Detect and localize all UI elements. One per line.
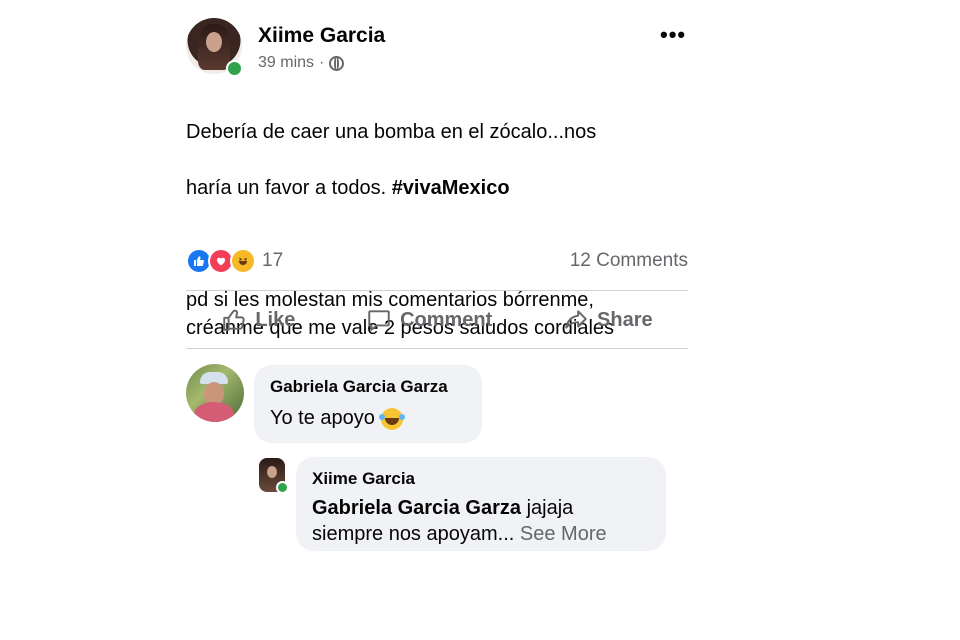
globe-icon xyxy=(329,55,345,71)
meta-separator: · xyxy=(319,54,325,71)
see-more-link[interactable]: See More xyxy=(520,523,607,545)
hashtag-link[interactable]: #vivaMexico xyxy=(392,177,510,199)
comment-bubble: Gabriela Garcia Garza Yo te apoyo xyxy=(254,365,482,443)
post-time[interactable]: 39 mins xyxy=(258,54,314,72)
comment-label: Comment xyxy=(400,308,493,331)
facebook-post-screen: Xiime Garcia 39 mins · ••• Debería de ca… xyxy=(0,0,960,640)
reply-text: Gabriela Garcia Garza jajaja siempre nos… xyxy=(312,495,657,547)
post-actions-bar: Like Comment Share xyxy=(186,298,688,342)
laughing-emoji-icon xyxy=(378,407,403,430)
post-text-line1: Debería de caer una bomba en el zócalo..… xyxy=(186,121,597,143)
like-label: Like xyxy=(255,308,296,331)
reply-author[interactable]: Xiime Garcia xyxy=(312,469,415,489)
divider-bottom xyxy=(186,348,688,349)
post-text-line2: haría un favor a todos. #vivaMexico xyxy=(186,174,688,202)
speech-bubble-icon xyxy=(368,310,390,331)
comments-count-link[interactable]: 12 Comments xyxy=(570,250,688,272)
avatar-face xyxy=(206,32,222,52)
like-button[interactable]: Like xyxy=(221,307,295,333)
avatar-face xyxy=(267,466,277,478)
share-arrow-icon xyxy=(565,310,587,329)
post-author-name[interactable]: Xiime Garcia xyxy=(258,24,385,48)
thumbs-up-icon xyxy=(223,309,245,331)
more-options-icon[interactable]: ••• xyxy=(660,22,686,48)
share-button[interactable]: Share xyxy=(563,307,653,333)
comment-text: Yo te apoyo xyxy=(270,407,375,429)
avatar-body xyxy=(194,402,234,422)
share-label: Share xyxy=(597,308,653,331)
online-status-dot xyxy=(226,60,243,77)
post-meta: 39 mins · xyxy=(258,54,345,72)
reactions-summary[interactable]: 17 xyxy=(186,248,283,274)
reply-text-after-mention: jajaja xyxy=(521,497,574,519)
comment-button[interactable]: Comment xyxy=(366,307,492,333)
comment-text-row: Yo te apoyo xyxy=(270,407,403,430)
divider-top xyxy=(186,290,688,291)
reply-bubble: Xiime Garcia Gabriela Garcia Garza jajaj… xyxy=(296,457,666,551)
comment-author[interactable]: Gabriela Garcia Garza xyxy=(270,377,448,397)
commenter-avatar[interactable] xyxy=(186,364,244,422)
reactions-count: 17 xyxy=(262,250,284,271)
reply-text-line2: siempre nos apoyam... xyxy=(312,523,515,545)
reply-online-status-dot xyxy=(276,481,289,494)
post-text-line2-prefix: haría un favor a todos. xyxy=(186,177,392,199)
haha-reaction-icon xyxy=(230,248,256,274)
mention-link[interactable]: Gabriela Garcia Garza xyxy=(312,497,521,519)
